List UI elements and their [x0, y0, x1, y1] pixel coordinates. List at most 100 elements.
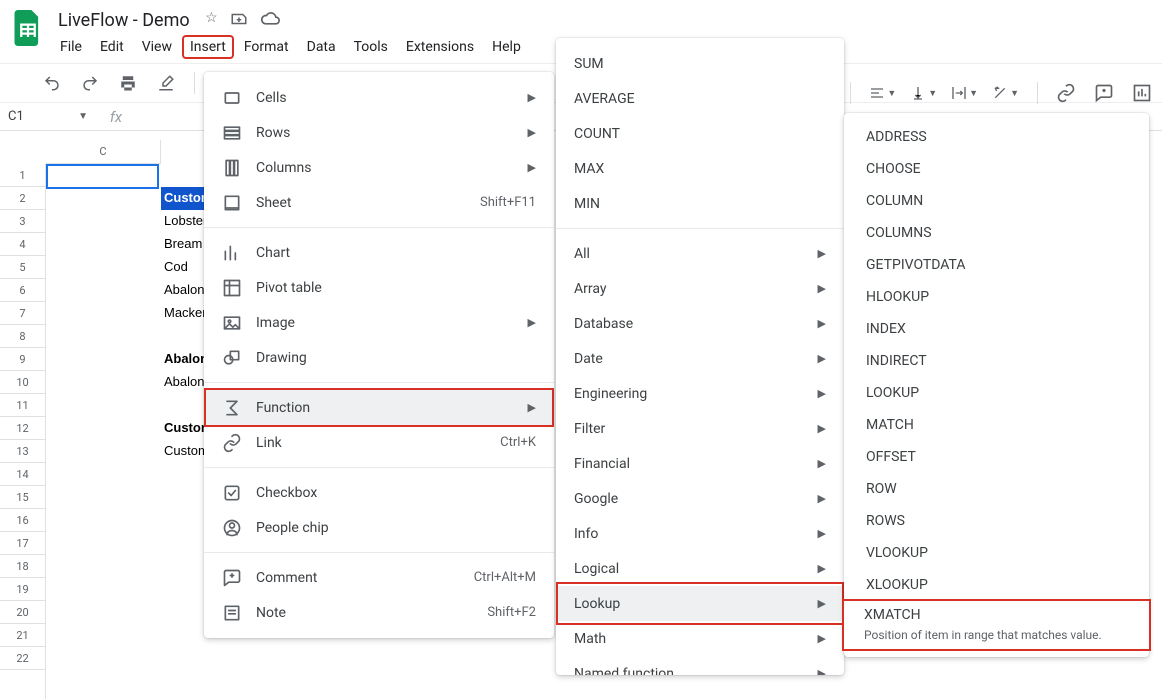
- row-header[interactable]: 9: [0, 348, 45, 371]
- row-header[interactable]: 2: [0, 187, 45, 210]
- insert-chart-icon[interactable]: [1132, 83, 1152, 103]
- lookup-fn-hlookup[interactable]: HLOOKUP: [844, 281, 1149, 313]
- row-header[interactable]: 22: [0, 647, 45, 670]
- row-header[interactable]: 15: [0, 486, 45, 509]
- menu-view[interactable]: View: [134, 35, 180, 59]
- lookup-fn-xmatch[interactable]: XMATCHPosition of item in range that mat…: [842, 599, 1151, 651]
- insert-cells[interactable]: Cells▶: [204, 80, 554, 115]
- doc-title[interactable]: LiveFlow - Demo: [52, 8, 196, 33]
- row-header[interactable]: 6: [0, 279, 45, 302]
- redo-icon[interactable]: [80, 73, 100, 93]
- undo-icon[interactable]: [42, 73, 62, 93]
- insert-sheet[interactable]: SheetShift+F11: [204, 185, 554, 220]
- insert-people-chip[interactable]: People chip: [204, 510, 554, 545]
- menu-edit[interactable]: Edit: [92, 35, 132, 59]
- lookup-fn-choose[interactable]: CHOOSE: [844, 153, 1149, 185]
- menu-file[interactable]: File: [52, 35, 90, 59]
- row-header[interactable]: 7: [0, 302, 45, 325]
- lookup-fn-rows[interactable]: ROWS: [844, 505, 1149, 537]
- function-cat-engineering[interactable]: Engineering▶: [556, 376, 844, 411]
- move-icon[interactable]: [230, 10, 248, 32]
- function-cat-logical[interactable]: Logical▶: [556, 551, 844, 586]
- function-sum[interactable]: SUM: [556, 46, 844, 81]
- insert-checkbox[interactable]: Checkbox: [204, 475, 554, 510]
- menu-data[interactable]: Data: [299, 35, 344, 59]
- print-icon[interactable]: [118, 73, 138, 93]
- lookup-fn-lookup[interactable]: LOOKUP: [844, 377, 1149, 409]
- lookup-fn-columns[interactable]: COLUMNS: [844, 217, 1149, 249]
- star-icon[interactable]: ☆: [205, 10, 218, 32]
- wrap-icon[interactable]: ▼: [951, 85, 978, 101]
- menu-help[interactable]: Help: [484, 35, 529, 59]
- function-cat-math[interactable]: Math▶: [556, 621, 844, 656]
- function-max[interactable]: MAX: [556, 151, 844, 186]
- function-cat-filter[interactable]: Filter▶: [556, 411, 844, 446]
- chevron-right-icon: ▶: [528, 126, 536, 139]
- row-header[interactable]: 14: [0, 463, 45, 486]
- insert-columns[interactable]: Columns▶: [204, 150, 554, 185]
- insert-drawing[interactable]: Drawing: [204, 340, 554, 375]
- row-header[interactable]: 21: [0, 624, 45, 647]
- lookup-fn-column[interactable]: COLUMN: [844, 185, 1149, 217]
- rotate-icon[interactable]: ▼: [992, 85, 1019, 101]
- menu-extensions[interactable]: Extensions: [398, 35, 482, 59]
- row-header[interactable]: 1: [0, 164, 45, 187]
- insert-link[interactable]: LinkCtrl+K: [204, 425, 554, 460]
- function-cat-database[interactable]: Database▶: [556, 306, 844, 341]
- function-cat-info[interactable]: Info▶: [556, 516, 844, 551]
- insert-chart[interactable]: Chart: [204, 235, 554, 270]
- row-header[interactable]: 5: [0, 256, 45, 279]
- function-cat-financial[interactable]: Financial▶: [556, 446, 844, 481]
- function-min[interactable]: MIN: [556, 186, 844, 221]
- insert-comment[interactable]: CommentCtrl+Alt+M: [204, 560, 554, 595]
- lookup-fn-match[interactable]: MATCH: [844, 409, 1149, 441]
- lookup-fn-index[interactable]: INDEX: [844, 313, 1149, 345]
- function-cat-google[interactable]: Google▶: [556, 481, 844, 516]
- row-header[interactable]: 20: [0, 601, 45, 624]
- row-header[interactable]: 4: [0, 233, 45, 256]
- row-header[interactable]: 8: [0, 325, 45, 348]
- insert-image[interactable]: Image▶: [204, 305, 554, 340]
- row-header[interactable]: 12: [0, 417, 45, 440]
- menu-format[interactable]: Format: [236, 35, 297, 59]
- row-header[interactable]: 19: [0, 578, 45, 601]
- sheets-logo[interactable]: [8, 8, 48, 48]
- function-average[interactable]: AVERAGE: [556, 81, 844, 116]
- function-cat-date[interactable]: Date▶: [556, 341, 844, 376]
- lookup-fn-address[interactable]: ADDRESS: [844, 121, 1149, 153]
- function-count[interactable]: COUNT: [556, 116, 844, 151]
- name-box[interactable]: C1▼: [0, 109, 100, 124]
- lookup-fn-indirect[interactable]: INDIRECT: [844, 345, 1149, 377]
- cloud-icon[interactable]: [260, 10, 280, 32]
- menu-tools[interactable]: Tools: [346, 35, 396, 59]
- insert-function[interactable]: Function▶: [204, 390, 554, 425]
- row-header[interactable]: 10: [0, 371, 45, 394]
- menu-insert[interactable]: Insert: [182, 35, 234, 59]
- valign-icon[interactable]: ▼: [910, 85, 937, 101]
- lookup-fn-getpivotdata[interactable]: GETPIVOTDATA: [844, 249, 1149, 281]
- row-header[interactable]: 13: [0, 440, 45, 463]
- paint-format-icon[interactable]: [156, 73, 176, 93]
- lookup-fn-xlookup[interactable]: XLOOKUP: [844, 569, 1149, 601]
- function-cat-named-function[interactable]: Named function▶: [556, 656, 844, 675]
- selected-cell[interactable]: [46, 164, 159, 189]
- row-header[interactable]: 3: [0, 210, 45, 233]
- column-headers: C: [46, 140, 161, 164]
- lookup-fn-row[interactable]: ROW: [844, 473, 1149, 505]
- row-header[interactable]: 18: [0, 555, 45, 578]
- insert-comment-icon[interactable]: [1094, 83, 1114, 103]
- function-cat-array[interactable]: Array▶: [556, 271, 844, 306]
- row-header[interactable]: 16: [0, 509, 45, 532]
- insert-note[interactable]: NoteShift+F2: [204, 595, 554, 630]
- insert-link-icon[interactable]: [1056, 83, 1076, 103]
- insert-rows[interactable]: Rows▶: [204, 115, 554, 150]
- row-header[interactable]: 17: [0, 532, 45, 555]
- col-header[interactable]: C: [46, 140, 161, 163]
- lookup-fn-offset[interactable]: OFFSET: [844, 441, 1149, 473]
- row-header[interactable]: 11: [0, 394, 45, 417]
- function-cat-lookup[interactable]: Lookup▶: [556, 586, 844, 621]
- function-cat-all[interactable]: All▶: [556, 236, 844, 271]
- insert-pivot-table[interactable]: Pivot table: [204, 270, 554, 305]
- lookup-fn-vlookup[interactable]: VLOOKUP: [844, 537, 1149, 569]
- halign-icon[interactable]: ▼: [869, 85, 896, 101]
